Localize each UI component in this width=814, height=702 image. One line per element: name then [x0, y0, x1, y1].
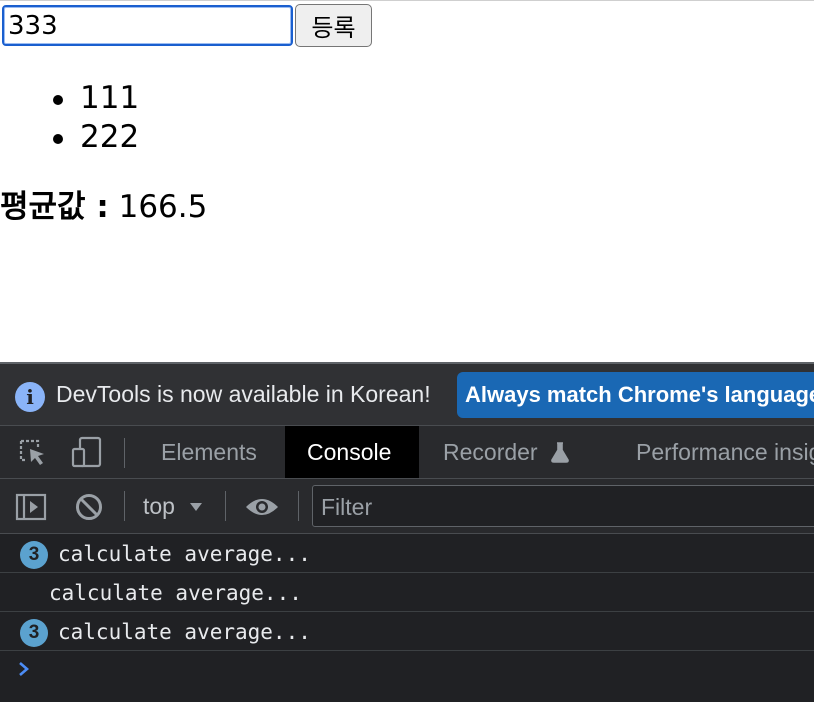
context-select[interactable]: top	[143, 493, 203, 520]
language-notice: i DevTools is now available in Korean! A…	[0, 364, 814, 426]
clear-console-icon[interactable]	[74, 492, 104, 522]
average-line: 평균값 : 166.5	[0, 187, 207, 227]
info-icon: i	[15, 382, 45, 412]
tab-elements[interactable]: Elements	[141, 426, 277, 478]
number-list: 111 222	[0, 79, 139, 157]
web-page: 등록 111 222 평균값 : 166.5	[0, 0, 814, 362]
filter-input[interactable]: Filter	[312, 485, 814, 527]
sidebar-toggle-icon[interactable]	[15, 493, 47, 521]
notice-text: DevTools is now available in Korean!	[56, 381, 431, 408]
match-language-button[interactable]: Always match Chrome's language	[457, 372, 814, 418]
context-value: top	[143, 493, 175, 519]
inspect-element-icon[interactable]	[18, 438, 48, 468]
tab-console[interactable]: Console	[285, 426, 419, 478]
console-toolbar: top Filter	[0, 479, 814, 534]
device-toolbar-icon[interactable]	[70, 435, 104, 469]
toolbar-divider	[124, 438, 125, 468]
devtools-tabbar: Elements Console Recorder Performance in…	[0, 426, 814, 479]
console-message-text: calculate average...	[49, 581, 302, 605]
entry-form: 등록	[2, 4, 372, 47]
tab-recorder[interactable]: Recorder	[443, 426, 538, 478]
repeat-count-badge: 3	[20, 541, 48, 569]
console-message-text: calculate average...	[58, 620, 311, 644]
list-item: 111	[80, 79, 139, 118]
flask-icon	[549, 441, 571, 463]
average-value: 166.5	[119, 189, 208, 225]
toolbar-divider	[124, 491, 125, 521]
console-message: calculate average...	[0, 573, 814, 612]
dropdown-arrow-icon	[189, 502, 203, 512]
list-item: 222	[80, 118, 139, 157]
console-message: 3 calculate average...	[0, 534, 814, 573]
number-input[interactable]	[2, 5, 293, 46]
console-prompt-icon[interactable]	[17, 660, 31, 678]
tab-recorder-label: Recorder	[443, 439, 538, 465]
repeat-count-badge: 3	[20, 619, 48, 647]
toolbar-divider	[225, 491, 226, 521]
devtools-panel: i DevTools is now available in Korean! A…	[0, 362, 814, 702]
register-button[interactable]: 등록	[295, 4, 372, 47]
console-message: 3 calculate average...	[0, 612, 814, 651]
toolbar-divider	[298, 491, 299, 521]
console-message-text: calculate average...	[58, 542, 311, 566]
eye-icon[interactable]	[244, 495, 280, 519]
average-label: 평균값 :	[0, 189, 109, 225]
tab-performance-insights[interactable]: Performance insights	[636, 426, 814, 478]
